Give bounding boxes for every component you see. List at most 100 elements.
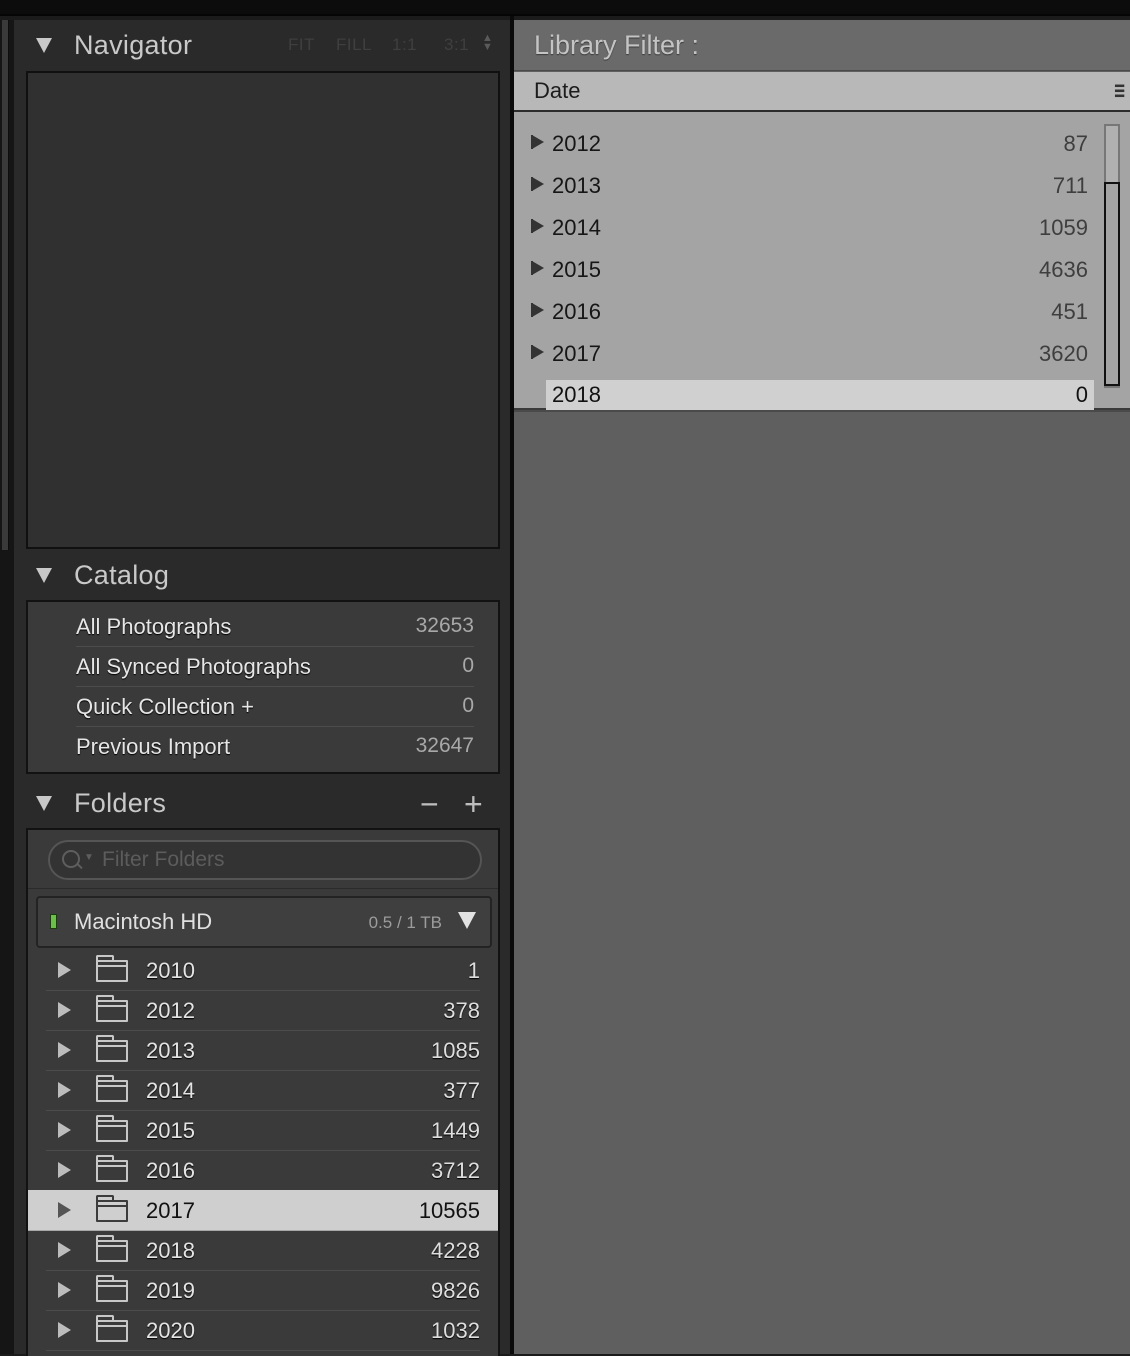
folder-count: 378 [443,998,480,1023]
date-list-scrollbar[interactable] [1104,124,1120,388]
date-count: 3620 [1039,341,1088,366]
catalog-item-count: 0 [462,694,474,717]
divider [28,888,498,889]
triangle-right-icon[interactable] [58,1082,71,1098]
catalog-item-label: All Synced Photographs [76,654,311,679]
folders-header[interactable]: Folders − + [14,778,510,828]
search-icon [62,850,80,868]
folders-list: ▼ Macintosh HD 0.5 / 1 TB 2010 1 2012 37… [26,828,500,1356]
date-list: 2012 87 2013 711 2014 1059 2015 4636 201… [514,112,1130,411]
folder-count: 4228 [431,1238,480,1263]
catalog-item-quick-collection[interactable]: Quick Collection + 0 [76,686,474,727]
folder-count: 10565 [418,1198,480,1223]
date-row-2018[interactable]: 2018 0 [546,380,1094,410]
triangle-right-icon[interactable] [58,1282,71,1298]
folder-name: 2017 [146,1198,195,1223]
folder-row-2013[interactable]: 2013 1085 [46,1030,480,1071]
nav-option-1-1[interactable]: 1:1 [392,35,417,55]
triangle-down-icon[interactable] [36,38,52,53]
date-row-2012[interactable]: 2012 87 [514,122,1094,164]
triangle-right-icon[interactable] [531,261,544,275]
folder-name: 2014 [146,1078,195,1103]
folder-icon [96,1035,128,1062]
folder-row-2018[interactable]: 2018 4228 [46,1230,480,1271]
folder-count: 1449 [431,1118,480,1143]
folders-title: Folders [74,788,167,818]
catalog-item-all-synced-photographs[interactable]: All Synced Photographs 0 [76,646,474,687]
filter-folders-search[interactable]: ▼ [48,840,482,880]
chevron-down-icon[interactable]: ▼ [84,852,94,863]
navigator-header[interactable]: Navigator FIT FILL 1:1 3:1 ▲ ▼ [14,20,510,70]
nav-option-fill[interactable]: FILL [336,35,372,55]
nav-option-3-1[interactable]: 3:1 [444,35,469,55]
triangle-right-icon[interactable] [58,1242,71,1258]
add-folder-button[interactable]: + [464,786,483,823]
date-row-2017[interactable]: 2017 3620 [514,332,1094,374]
catalog-item-label: Quick Collection + [76,694,254,719]
folder-icon [96,1155,128,1182]
triangle-right-icon[interactable] [58,1042,71,1058]
date-year: 2017 [552,341,601,366]
folder-row-2019[interactable]: 2019 9826 [46,1270,480,1311]
triangle-right-icon[interactable] [531,135,544,149]
date-year: 2015 [552,257,601,282]
nav-option-fit[interactable]: FIT [288,35,315,55]
triangle-down-icon[interactable] [458,912,476,929]
triangle-down-icon[interactable] [36,796,52,811]
catalog-item-all-photographs[interactable]: All Photographs 32653 [76,606,474,647]
triangle-right-icon[interactable] [58,1202,71,1218]
date-row-2013[interactable]: 2013 711 [514,164,1094,206]
folder-name: 2018 [146,1238,195,1263]
date-year: 2013 [552,173,601,198]
folder-icon [96,1115,128,1142]
date-row-2016[interactable]: 2016 451 [514,290,1094,332]
folder-row-2014[interactable]: 2014 377 [46,1070,480,1111]
date-row-2014[interactable]: 2014 1059 [514,206,1094,248]
triangle-right-icon[interactable] [58,962,71,978]
date-count: 0 [1075,382,1088,407]
folder-row-2016[interactable]: 2016 3712 [46,1150,480,1191]
catalog-item-count: 32653 [415,614,474,637]
library-filter-title: Library Filter : [534,30,700,60]
triangle-down-icon[interactable] [36,568,52,583]
remove-folder-button[interactable]: − [420,786,439,823]
folder-row-2015[interactable]: 2015 1449 [46,1110,480,1151]
date-row-2015[interactable]: 2015 4636 [514,248,1094,290]
filter-folders-input[interactable] [100,846,464,874]
date-count: 451 [1051,299,1088,324]
folder-name: 2015 [146,1118,195,1143]
date-year: 2012 [552,131,601,156]
folder-row-2010[interactable]: 2010 1 [46,950,480,991]
catalog-header[interactable]: Catalog [14,550,510,600]
folder-icon [96,955,128,982]
top-bar [0,0,1130,16]
catalog-item-previous-import[interactable]: Previous Import 32647 [76,726,474,766]
folder-icon [96,1275,128,1302]
date-column-header[interactable]: Date ━ ━ ━ [514,72,1130,112]
triangle-right-icon[interactable] [531,177,544,191]
scrollbar-thumb[interactable] [1104,182,1120,386]
folder-row-2017[interactable]: 2017 10565 [28,1190,498,1231]
folder-icon [96,1315,128,1342]
column-menu-icon[interactable]: ━ ━ ━ [1115,79,1124,104]
folder-row-2012[interactable]: 2012 378 [46,990,480,1031]
date-year: 2018 [552,382,601,407]
folder-icon [96,1075,128,1102]
navigator-preview[interactable] [26,71,500,549]
volume-status-indicator [50,914,57,929]
triangle-right-icon[interactable] [531,345,544,359]
left-edge-strip[interactable] [0,20,14,1354]
folder-row-2020[interactable]: 2020 1032 [46,1310,480,1351]
volume-macintosh-hd[interactable]: Macintosh HD 0.5 / 1 TB [36,896,492,948]
triangle-right-icon[interactable] [58,1002,71,1018]
folder-name: 2012 [146,998,195,1023]
triangle-right-icon[interactable] [58,1322,71,1338]
volume-capacity: 0.5 / 1 TB [368,913,442,932]
zoom-updown-icon[interactable]: ▲ ▼ [482,33,493,53]
triangle-right-icon[interactable] [58,1122,71,1138]
triangle-right-icon[interactable] [58,1162,71,1178]
triangle-right-icon[interactable] [531,219,544,233]
library-filter-header: Library Filter : [514,20,1130,71]
folder-icon [96,1235,128,1262]
triangle-right-icon[interactable] [531,303,544,317]
